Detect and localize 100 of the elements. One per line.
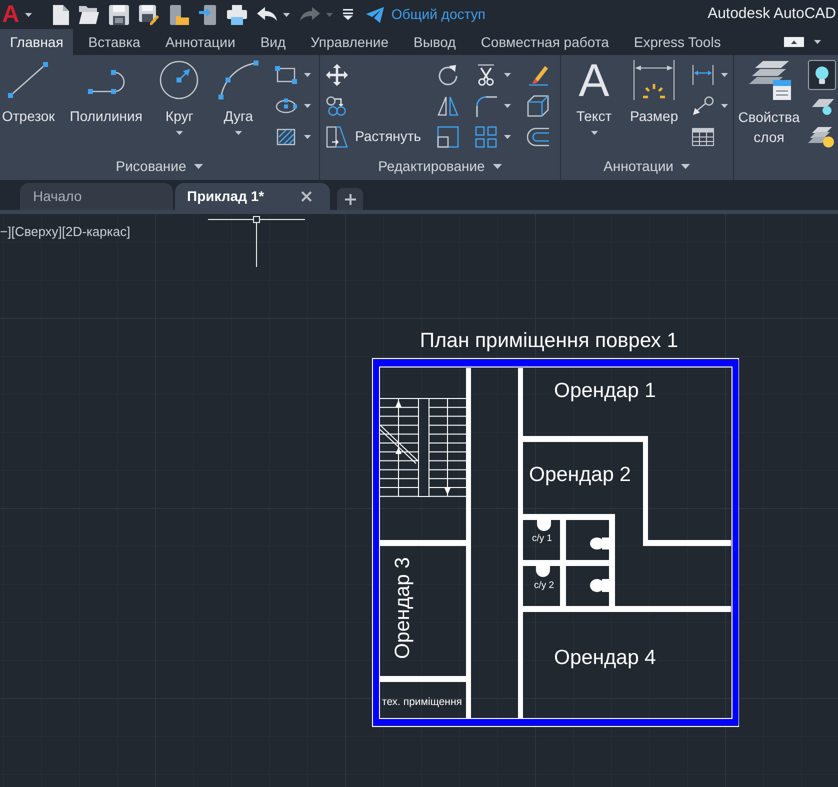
- panel-toggle-icon: [784, 37, 804, 47]
- circles-arrow-icon: [326, 96, 348, 116]
- panel-menu-button[interactable]: Аннотации: [604, 153, 690, 180]
- layer-properties-button[interactable]: Свойства слоя: [736, 55, 802, 147]
- toilet-icon: [590, 538, 609, 550]
- ribbon-tab[interactable]: Совместная работа: [470, 29, 619, 55]
- circle-tool-button[interactable]: Круг: [155, 55, 204, 135]
- room-label: тех. приміщення: [382, 696, 462, 708]
- text-tool-button[interactable]: A Текст: [570, 55, 618, 135]
- toilet-icon: [590, 579, 609, 592]
- array-tool-button[interactable]: [473, 126, 514, 148]
- arc-tool-button[interactable]: Дуга: [214, 55, 262, 135]
- caret-icon: [304, 72, 312, 76]
- printer-icon: [227, 4, 248, 24]
- caret-icon: [590, 131, 598, 135]
- dimension-icon: [633, 60, 676, 100]
- cube-icon: [527, 94, 550, 116]
- paper-plane-icon: [366, 6, 384, 22]
- folder-icon: [79, 6, 100, 24]
- toilet-icon: [537, 520, 551, 531]
- close-icon: [301, 191, 312, 202]
- room-label: Орендар 4: [554, 646, 656, 669]
- floppy-pencil-icon: [139, 4, 160, 24]
- caret-icon: [721, 104, 728, 108]
- grid-squares-icon: [475, 126, 498, 148]
- line-segment-icon: [6, 60, 50, 100]
- caret-icon: [504, 72, 512, 76]
- caret-icon: [304, 104, 312, 108]
- caret-icon: [176, 131, 183, 135]
- text-glyph-icon: A: [578, 60, 610, 100]
- ribbon-tab[interactable]: Express Tools: [624, 29, 731, 55]
- phone-folder-icon: [169, 4, 190, 24]
- eraser-icon: [527, 64, 550, 86]
- dimension-tool-button[interactable]: Размер: [628, 55, 680, 125]
- leader-tool-button[interactable]: [690, 96, 730, 116]
- arc-icon: [217, 60, 260, 100]
- linear-dimension-button[interactable]: [690, 64, 730, 84]
- caret-icon: [492, 164, 502, 169]
- room-label: Орендар 3: [391, 557, 414, 659]
- ribbon-tab[interactable]: Вид: [250, 29, 296, 55]
- file-tab[interactable]: Начало: [20, 183, 173, 210]
- table-icon: [692, 128, 714, 146]
- rotate-arrow-icon: [437, 64, 460, 86]
- line-tool-button[interactable]: Отрезок: [0, 55, 57, 125]
- caret-icon: [681, 164, 690, 169]
- caret-icon: [234, 131, 242, 135]
- redo-arrow-icon: [300, 6, 320, 22]
- polyline-tool-button[interactable]: Полилиния: [68, 55, 144, 125]
- room-label: с/у 1: [532, 533, 552, 544]
- mirror-tool-button[interactable]: [435, 94, 462, 116]
- room-label: Орендар 1: [554, 379, 656, 402]
- ribbon-tab[interactable]: Главная: [0, 29, 74, 55]
- mirrored-triangles-icon: [437, 94, 460, 116]
- file-tab[interactable]: Приклад 1*: [175, 183, 330, 210]
- panel-menu-button[interactable]: Рисование: [116, 153, 204, 180]
- linear-dimension-icon: [692, 64, 714, 84]
- caret-icon: [504, 134, 512, 138]
- lines-caret-icon: [343, 9, 354, 20]
- room-label: с/у 2: [534, 580, 554, 591]
- plus-icon: [344, 194, 356, 204]
- rounded-corner-icon: [475, 94, 498, 116]
- scale-tool-button[interactable]: [435, 126, 462, 148]
- toilet-icon: [536, 566, 550, 577]
- crosshair-cursor-icon: [208, 216, 306, 268]
- rectangle-tool-button[interactable]: [273, 66, 314, 84]
- app-title: Autodesk AutoCAD: [708, 4, 837, 24]
- caret-icon: [814, 40, 821, 44]
- room-label: Орендар 2: [529, 463, 631, 486]
- caret-icon: [504, 104, 512, 108]
- ribbon-tab[interactable]: Вывод: [403, 29, 466, 55]
- nested-squares-icon: [437, 126, 460, 148]
- ribbon-tab[interactable]: Вставка: [78, 29, 150, 55]
- share-link[interactable]: Общий доступ: [366, 4, 486, 25]
- four-way-arrow-icon: [326, 64, 348, 86]
- undo-arrow-icon: [257, 6, 278, 22]
- plan-title: План приміщення поврех 1: [420, 329, 678, 352]
- circle-radius-icon: [159, 60, 200, 100]
- caret-icon: [721, 72, 728, 76]
- ellipse-tool-button[interactable]: [273, 98, 314, 114]
- document-icon: [53, 4, 70, 24]
- caret-icon: [326, 12, 334, 16]
- rectangle-icon: [275, 66, 298, 84]
- stretch-icon: [326, 126, 348, 148]
- phone-arrow-icon: [199, 4, 218, 24]
- ribbon-tab[interactable]: Управление: [300, 29, 398, 55]
- offset-tool-button[interactable]: [525, 126, 552, 146]
- layers-window-icon: [747, 60, 791, 100]
- viewport-label[interactable]: −][Сверху][2D-каркас]: [0, 224, 130, 240]
- ribbon-tab[interactable]: Аннотации: [155, 29, 246, 55]
- hatched-square-icon: [275, 126, 298, 146]
- new-tab-button[interactable]: [337, 188, 363, 210]
- ellipse-icon: [275, 98, 298, 114]
- leader-arrow-icon: [692, 96, 714, 116]
- caret-icon: [283, 12, 290, 16]
- stretch-tool-button[interactable]: Растянуть: [324, 126, 424, 148]
- caret-icon: [25, 12, 32, 16]
- panel-menu-button[interactable]: Редактирование: [378, 153, 502, 180]
- caret-icon: [304, 134, 312, 138]
- caret-icon: [194, 164, 204, 169]
- box-tool-button[interactable]: [525, 94, 552, 116]
